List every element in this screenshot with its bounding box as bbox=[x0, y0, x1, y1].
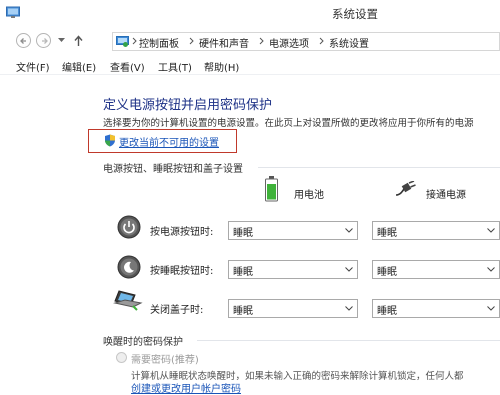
breadcrumb-separator-icon[interactable] bbox=[259, 37, 264, 45]
back-button[interactable] bbox=[16, 33, 31, 48]
sleep-button-plugged-select[interactable]: 睡眠 bbox=[372, 260, 500, 279]
page-description: 选择要为你的计算机设置的电源设置。在此页上对设置所做的更改将应用于你所有的电源 bbox=[103, 118, 474, 129]
recent-pages-chevron-icon[interactable] bbox=[58, 38, 65, 43]
breadcrumb-separator-icon bbox=[132, 37, 137, 45]
chevron-down-icon bbox=[345, 267, 353, 272]
require-password-label: 需要密码(推荐) bbox=[131, 355, 199, 366]
menu-help[interactable]: 帮助(H) bbox=[204, 59, 239, 74]
row-label-close-lid: 关闭盖子时: bbox=[150, 305, 204, 316]
menu-bar: 文件(F) 编辑(E) 查看(V) 工具(T) 帮助(H) bbox=[0, 57, 500, 75]
address-bar[interactable]: 控制面板 硬件和声音 电源选项 系统设置 bbox=[112, 32, 500, 51]
breadcrumb-separator-icon[interactable] bbox=[189, 37, 194, 45]
row-label-sleep-button: 按睡眠按钮时: bbox=[150, 266, 214, 277]
laptop-lid-icon bbox=[113, 290, 143, 311]
sleep-button-icon bbox=[117, 255, 141, 279]
chevron-down-icon bbox=[345, 306, 353, 311]
breadcrumb-control-panel[interactable]: 控制面板 bbox=[139, 35, 179, 50]
require-password-radio[interactable] bbox=[116, 352, 127, 363]
chevron-down-icon bbox=[487, 228, 495, 233]
create-password-link[interactable]: 创建或更改用户帐户密码 bbox=[131, 380, 241, 395]
battery-icon bbox=[265, 176, 278, 202]
column-plugged-in: 接通电源 bbox=[426, 190, 466, 201]
column-battery: 用电池 bbox=[294, 190, 324, 201]
forward-button[interactable] bbox=[36, 33, 51, 48]
breadcrumb-power-options[interactable]: 电源选项 bbox=[269, 35, 309, 50]
window-title: 系统设置 bbox=[332, 7, 378, 21]
close-lid-battery-select[interactable]: 睡眠 bbox=[228, 299, 358, 318]
power-button-plugged-select[interactable]: 睡眠 bbox=[372, 221, 500, 240]
control-panel-icon bbox=[116, 36, 129, 47]
control-panel-app-icon bbox=[6, 6, 20, 19]
up-arrow-icon[interactable] bbox=[73, 35, 84, 47]
section-divider bbox=[258, 167, 500, 168]
chevron-down-icon bbox=[487, 306, 495, 311]
close-lid-plugged-select[interactable]: 睡眠 bbox=[372, 299, 500, 318]
chevron-down-icon bbox=[487, 267, 495, 272]
breadcrumb-system-settings[interactable]: 系统设置 bbox=[329, 35, 369, 50]
page-title: 定义电源按钮并启用密码保护 bbox=[103, 98, 273, 113]
menu-tools[interactable]: 工具(T) bbox=[158, 59, 192, 74]
breadcrumb-hardware-sound[interactable]: 硬件和声音 bbox=[199, 35, 249, 50]
sleep-button-battery-select[interactable]: 睡眠 bbox=[228, 260, 358, 279]
row-label-power-button: 按电源按钮时: bbox=[150, 227, 214, 238]
power-plug-icon bbox=[395, 181, 416, 196]
change-unavailable-settings-link[interactable]: 更改当前不可用的设置 bbox=[119, 134, 219, 149]
menu-view[interactable]: 查看(V) bbox=[110, 59, 145, 74]
menu-edit[interactable]: 编辑(E) bbox=[62, 59, 96, 74]
section-divider bbox=[197, 340, 500, 341]
section-title-password: 唤醒时的密码保护 bbox=[103, 337, 183, 348]
chevron-down-icon bbox=[345, 228, 353, 233]
power-button-battery-select[interactable]: 睡眠 bbox=[228, 221, 358, 240]
menu-file[interactable]: 文件(F) bbox=[16, 59, 50, 74]
breadcrumb-separator-icon[interactable] bbox=[319, 37, 324, 45]
content-pane: 定义电源按钮并启用密码保护 选择要为你的计算机设置的电源设置。在此页上对设置所做… bbox=[0, 75, 500, 395]
power-button-icon bbox=[117, 215, 141, 239]
uac-shield-icon bbox=[105, 134, 115, 147]
navigation-bar: 控制面板 硬件和声音 电源选项 系统设置 bbox=[0, 27, 500, 57]
section-title-buttons: 电源按钮、睡眠按钮和盖子设置 bbox=[103, 164, 243, 175]
title-bar: 系统设置 bbox=[0, 0, 500, 27]
